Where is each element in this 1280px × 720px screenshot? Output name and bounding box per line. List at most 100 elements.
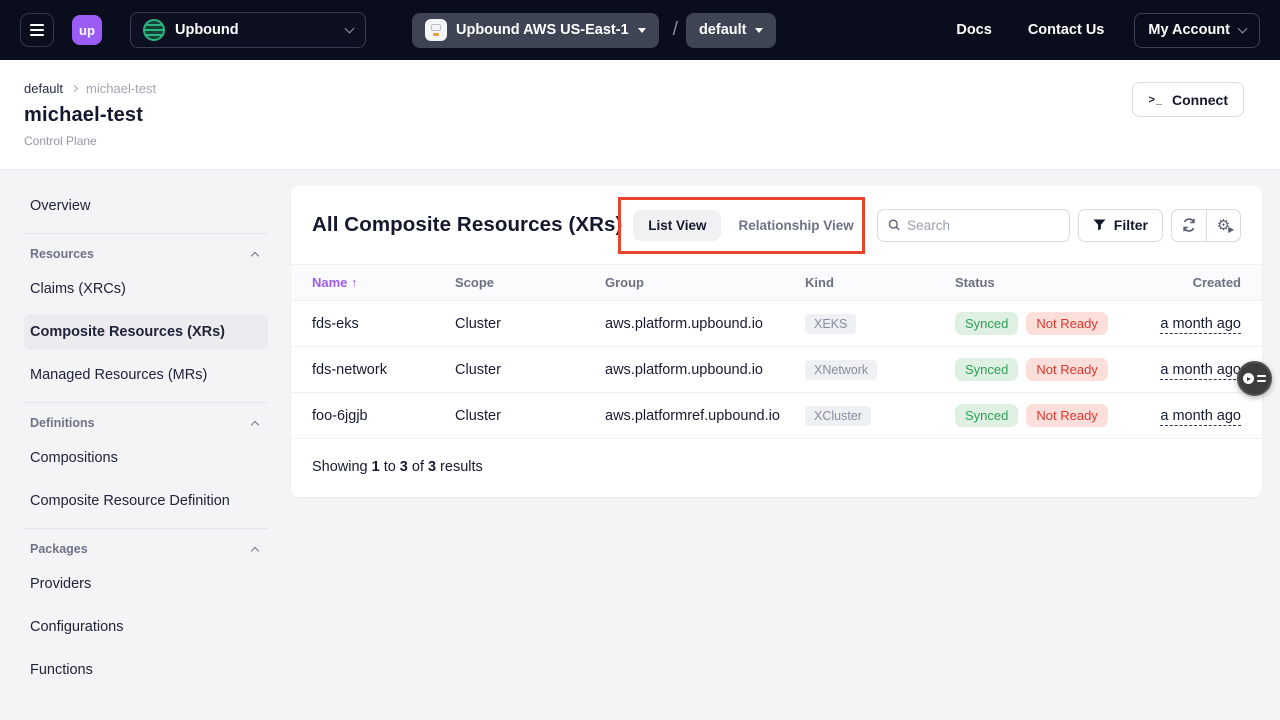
results-total: 3 (428, 459, 436, 475)
chevron-up-icon (251, 420, 259, 428)
sidebar-item-functions[interactable]: Functions (24, 652, 268, 688)
chevron-down-icon (345, 24, 355, 34)
my-account-button[interactable]: My Account (1134, 13, 1260, 48)
floating-widget-button[interactable] (1237, 361, 1272, 396)
chevron-right-icon (71, 85, 78, 92)
sidebar-divider (24, 233, 268, 234)
cell-scope: Cluster (455, 316, 605, 332)
cell-group: aws.platform.upbound.io (605, 316, 805, 332)
changelog-icon (1243, 373, 1254, 384)
sidebar-section-definitions[interactable]: Definitions (24, 407, 268, 434)
results-summary: Showing 1 to 3 of 3 results (291, 439, 1262, 497)
cell-kind: XNetwork (805, 360, 955, 380)
section-label: Packages (30, 542, 88, 556)
sidebar: Overview Resources Claims (XRCs) Composi… (0, 170, 290, 695)
control-plane-icon (425, 19, 447, 41)
top-navigation-bar: up Upbound Upbound AWS US-East-1 / defau… (0, 0, 1280, 60)
sidebar-item-managed-resources[interactable]: Managed Resources (MRs) (24, 357, 268, 393)
cell-created: a month ago (1160, 316, 1241, 332)
table-row[interactable]: fds-eks Cluster aws.platform.upbound.io … (291, 301, 1262, 347)
group-selector[interactable]: default (686, 13, 777, 48)
column-header-name[interactable]: Name ↑ (312, 275, 455, 290)
refresh-button[interactable] (1172, 210, 1206, 241)
sidebar-item-providers[interactable]: Providers (24, 566, 268, 602)
column-header-status: Status (955, 275, 1160, 290)
breadcrumb: default michael-test (24, 81, 1244, 96)
created-timestamp[interactable]: a month ago (1160, 362, 1241, 380)
cell-status: Synced Not Ready (955, 404, 1160, 427)
organization-selector[interactable]: Upbound (130, 12, 366, 48)
cell-kind: XEKS (805, 314, 955, 334)
search-box (877, 209, 1070, 242)
docs-link[interactable]: Docs (956, 22, 991, 38)
chevron-up-icon (251, 546, 259, 554)
resources-card: All Composite Resources (XRs) List View … (291, 186, 1262, 497)
page-subtitle: Control Plane (24, 134, 1244, 148)
sidebar-item-claims[interactable]: Claims (XRCs) (24, 271, 268, 307)
my-account-label: My Account (1148, 22, 1230, 38)
chevron-up-icon (251, 251, 259, 259)
hamburger-menu-button[interactable] (20, 13, 54, 47)
created-timestamp[interactable]: a month ago (1160, 408, 1241, 426)
cell-scope: Cluster (455, 362, 605, 378)
status-badge-not-ready: Not Ready (1026, 404, 1107, 427)
column-header-scope: Scope (455, 275, 605, 290)
sidebar-item-compositions[interactable]: Compositions (24, 440, 268, 476)
section-label: Resources (30, 247, 94, 261)
main-panel: All Composite Resources (XRs) List View … (290, 170, 1280, 497)
sidebar-item-composite-resources[interactable]: Composite Resources (XRs) (24, 314, 268, 350)
organization-avatar (143, 19, 165, 41)
group-name: default (699, 22, 747, 38)
results-from: 1 (372, 459, 380, 475)
chevron-down-icon (638, 28, 646, 33)
cell-group: aws.platform.upbound.io (605, 362, 805, 378)
cell-name[interactable]: fds-eks (312, 316, 455, 332)
breadcrumb-slash: / (673, 19, 678, 41)
list-view-tab[interactable]: List View (633, 210, 721, 241)
refresh-icon (1181, 217, 1197, 233)
table-row[interactable]: fds-network Cluster aws.platform.upbound… (291, 347, 1262, 393)
table-actions-group: ⚙▶ (1171, 209, 1241, 242)
table-row[interactable]: foo-6jgjb Cluster aws.platformref.upboun… (291, 393, 1262, 439)
created-timestamp[interactable]: a month ago (1160, 316, 1241, 334)
search-icon (888, 218, 900, 232)
cell-scope: Cluster (455, 408, 605, 424)
card-title: All Composite Resources (XRs) (312, 213, 622, 237)
cell-created: a month ago (1160, 362, 1241, 378)
search-input[interactable] (907, 218, 1059, 233)
results-to: 3 (400, 459, 408, 475)
contact-us-link[interactable]: Contact Us (1028, 22, 1105, 38)
breadcrumb-parent[interactable]: default (24, 81, 63, 96)
control-plane-name: Upbound AWS US-East-1 (456, 22, 629, 38)
auto-refresh-settings-button[interactable]: ⚙▶ (1206, 210, 1240, 241)
content-area: Overview Resources Claims (XRCs) Composi… (0, 170, 1280, 695)
chevron-down-icon (1238, 24, 1248, 34)
status-badge-synced: Synced (955, 358, 1018, 381)
connect-label: Connect (1172, 92, 1228, 108)
organization-name: Upbound (175, 22, 239, 38)
chevron-down-icon (755, 28, 763, 33)
status-badge-synced: Synced (955, 312, 1018, 335)
sidebar-divider (24, 402, 268, 403)
cell-status: Synced Not Ready (955, 312, 1160, 335)
connect-button[interactable]: >_ Connect (1132, 82, 1244, 117)
breadcrumb-current: michael-test (86, 81, 156, 96)
gear-play-icon: ⚙▶ (1217, 218, 1230, 233)
relationship-view-tab[interactable]: Relationship View (738, 218, 853, 233)
cell-name[interactable]: foo-6jgjb (312, 408, 455, 424)
sidebar-section-resources[interactable]: Resources (24, 238, 268, 265)
sidebar-item-xrd[interactable]: Composite Resource Definition (24, 483, 268, 519)
sidebar-item-configurations[interactable]: Configurations (24, 609, 268, 645)
sidebar-section-packages[interactable]: Packages (24, 533, 268, 560)
upbound-logo[interactable]: up (72, 15, 102, 45)
sidebar-item-overview[interactable]: Overview (24, 188, 268, 224)
cell-name[interactable]: fds-network (312, 362, 455, 378)
control-plane-selector[interactable]: Upbound AWS US-East-1 (412, 13, 659, 48)
filter-button[interactable]: Filter (1078, 209, 1163, 242)
status-badge-synced: Synced (955, 404, 1018, 427)
page-title: michael-test (24, 104, 1244, 127)
status-badge-not-ready: Not Ready (1026, 312, 1107, 335)
filter-label: Filter (1114, 217, 1148, 233)
kind-badge: XEKS (805, 314, 856, 334)
page-header: default michael-test michael-test Contro… (0, 60, 1280, 170)
